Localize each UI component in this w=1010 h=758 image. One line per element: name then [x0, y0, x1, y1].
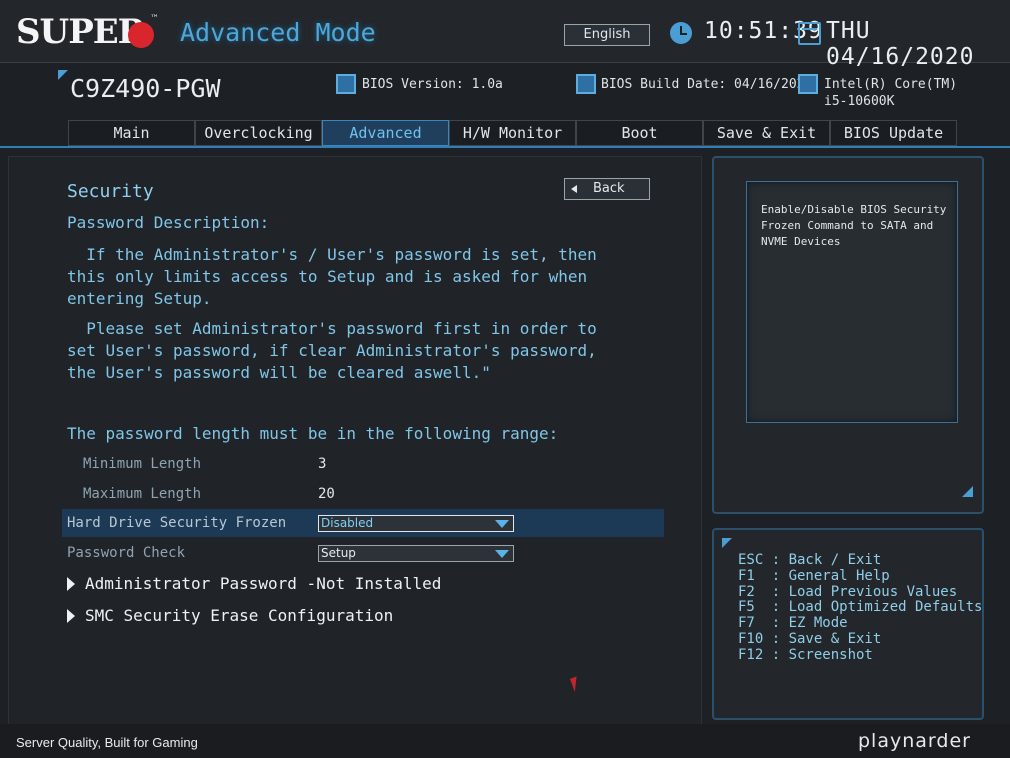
hotkey-f7: F7 : EZ Mode [738, 615, 848, 632]
bios-date-chip-icon [576, 74, 596, 94]
hotkey-f10: F10 : Save & Exit [738, 630, 882, 647]
hotkey-esc: ESC : Back / Exit [738, 552, 882, 568]
submenu-arrow-icon [67, 577, 75, 591]
cpu-icon [798, 74, 818, 94]
bios-chip-icon [336, 74, 356, 94]
back-button[interactable]: Back [564, 178, 650, 200]
tab-bar: Main Overclocking Advanced H/W Monitor B… [68, 120, 957, 146]
cpu-model: i5-10600K [824, 94, 895, 109]
watermark-logo: playnarder [858, 730, 971, 752]
hotkeys-list: ESC : Back / Exit F1 : General Help F2 :… [738, 552, 983, 664]
tab-boot[interactable]: Boot [576, 120, 703, 146]
password-description-para1: If the Administrator's / User's password… [67, 245, 597, 308]
hdd-security-frozen-value: Disabled [321, 516, 374, 530]
page-title: Security [67, 181, 154, 202]
chevron-down-icon [495, 520, 509, 528]
help-text: Enable/Disable BIOS Security Frozen Comm… [761, 203, 947, 248]
chevron-down-icon [495, 550, 509, 558]
password-range-heading: The password length must be in the follo… [67, 424, 559, 443]
language-button[interactable]: English [564, 24, 650, 46]
tab-bios-update[interactable]: BIOS Update [830, 120, 957, 146]
min-length-value: 3 [318, 456, 327, 472]
tab-hw-monitor[interactable]: H/W Monitor [449, 120, 576, 146]
hotkey-f12: F12 : Screenshot [738, 646, 873, 663]
corner-accent-icon [58, 70, 68, 80]
calendar-icon [798, 22, 821, 45]
bios-build-date: BIOS Build Date: 04/16/2020 [601, 77, 813, 92]
cpu-name: Intel(R) Core(TM) [824, 77, 958, 92]
logo-dot-icon [128, 22, 154, 48]
corner-accent-icon [722, 538, 732, 548]
supermicro-logo: SUPER [16, 12, 146, 52]
tab-save-exit[interactable]: Save & Exit [703, 120, 830, 146]
administrator-password-item[interactable]: Administrator Password -Not Installed [85, 574, 441, 593]
max-length-label: Maximum Length [83, 486, 202, 502]
max-length-value: 20 [318, 486, 335, 502]
password-check-select[interactable]: Setup [318, 545, 514, 562]
board-model: C9Z490-PGW [70, 74, 221, 103]
back-arrow-icon [571, 185, 577, 193]
password-check-value: Setup [321, 546, 356, 560]
tab-overclocking[interactable]: Overclocking [195, 120, 322, 146]
hotkey-f2: F2 : Load Previous Values [738, 583, 958, 600]
mode-title: Advanced Mode [180, 18, 376, 47]
submenu-arrow-icon [67, 609, 75, 623]
tab-main[interactable]: Main [68, 120, 195, 146]
corner-accent-icon [962, 486, 973, 497]
bios-version: BIOS Version: 1.0a [362, 77, 503, 92]
hdd-security-frozen-label: Hard Drive Security Frozen [67, 515, 287, 531]
password-description-para2: Please set Administrator's password firs… [67, 319, 597, 382]
tab-advanced[interactable]: Advanced [322, 120, 449, 146]
logo-trademark: ™ [150, 14, 159, 24]
system-date[interactable]: THU 04/16/2020 [826, 18, 1010, 70]
min-length-label: Minimum Length [83, 456, 202, 472]
hotkey-f5: F5 : Load Optimized Defaults [738, 599, 983, 616]
tab-underline [0, 146, 1010, 148]
password-check-label: Password Check [67, 545, 186, 561]
clock-icon [670, 22, 692, 44]
footer-slogan: Server Quality, Built for Gaming [16, 735, 198, 750]
hotkey-f1: F1 : General Help [738, 567, 890, 584]
hdd-security-frozen-select[interactable]: Disabled [318, 515, 514, 532]
back-button-label: Back [593, 181, 625, 196]
smc-security-erase-item[interactable]: SMC Security Erase Configuration [85, 606, 393, 625]
password-description-heading: Password Description: [67, 213, 270, 232]
